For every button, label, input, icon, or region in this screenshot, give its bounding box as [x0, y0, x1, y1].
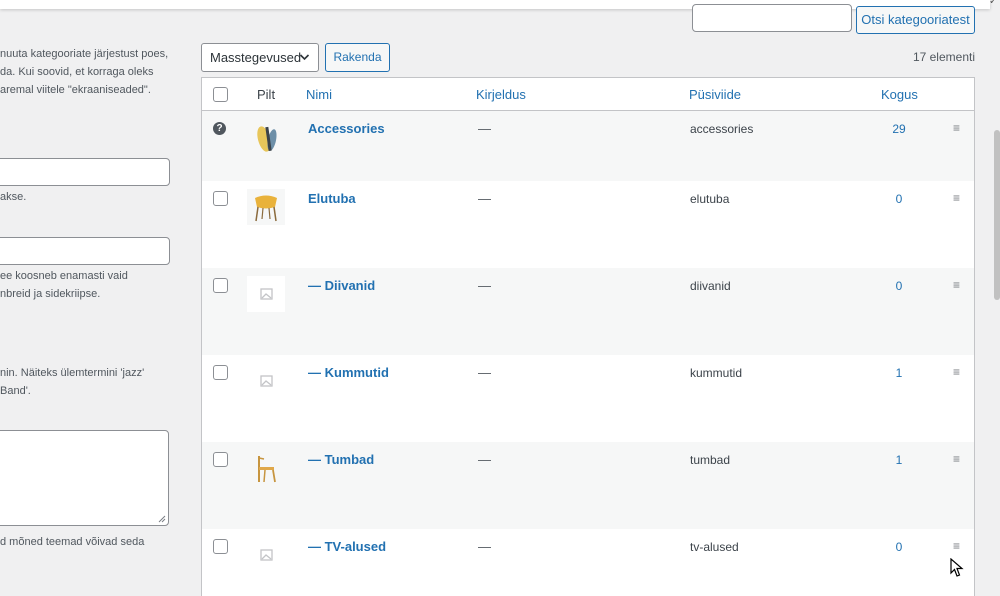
category-slug: accessories [690, 122, 754, 136]
table-row: — TV-alused — tv-alused 0 ≡ [202, 529, 974, 596]
category-description: — [478, 539, 491, 554]
table-row: — Diivanid — diivanid 0 ≡ [202, 268, 974, 355]
placeholder-image-icon [247, 537, 285, 573]
name-field[interactable] [0, 158, 170, 186]
row-checkbox[interactable] [213, 539, 228, 554]
intro-text-line: nuuta kategooriate järjestust poes, [0, 48, 169, 60]
column-header-slug[interactable]: Püsiviide [689, 87, 741, 103]
row-checkbox[interactable] [213, 365, 228, 380]
drag-handle-icon[interactable]: ≡ [953, 191, 960, 205]
intro-text-line: da. Kui soovid, et korraga oleks [0, 66, 154, 78]
category-name-link[interactable]: Elutuba [308, 191, 356, 206]
category-description: — [478, 121, 491, 136]
mouse-cursor-icon [950, 558, 964, 577]
category-count-link[interactable]: 29 [884, 122, 914, 136]
category-description: — [478, 191, 491, 206]
drag-handle-icon[interactable]: ≡ [953, 452, 960, 466]
categories-table: Pilt Nimi Kirjeldus Püsiviide Kogus ? Ac… [201, 77, 975, 596]
corner-mark: ✓ [989, 0, 1000, 3]
column-header-image: Pilt [257, 87, 276, 102]
slug-help-text: ee koosneb enamasti vaid [0, 270, 128, 282]
drag-handle-icon[interactable]: ≡ [953, 539, 960, 553]
description-help-text: d mõned teemad võivad seda [0, 536, 145, 548]
column-header-name[interactable]: Nimi [306, 87, 332, 103]
column-header-description[interactable]: Kirjeldus [476, 87, 526, 103]
slug-field[interactable] [0, 237, 170, 265]
search-categories-button[interactable]: Otsi kategooriatest [856, 6, 975, 34]
select-all-checkbox[interactable] [213, 87, 228, 102]
items-count: 17 elementi [912, 50, 975, 64]
drag-handle-icon[interactable]: ≡ [953, 121, 960, 135]
category-count-link[interactable]: 0 [884, 279, 914, 293]
description-textarea[interactable] [0, 430, 169, 526]
category-count-link[interactable]: 1 [884, 453, 914, 467]
row-checkbox[interactable] [213, 452, 228, 467]
table-row: Elutuba — elutuba 0 ≡ [202, 181, 974, 268]
placeholder-image-icon [247, 276, 285, 312]
category-name-link[interactable]: — Kummutid [308, 365, 389, 380]
category-description: — [478, 278, 491, 293]
table-row: ? Accessories — accessories 29 ≡ [202, 111, 974, 181]
category-description: — [478, 452, 491, 467]
apply-button[interactable]: Rakenda [325, 43, 390, 72]
add-category-form: nuuta kategooriate järjestust poes, da. … [0, 0, 190, 596]
row-checkbox[interactable] [213, 278, 228, 293]
accessories-thumbnail-icon [247, 119, 285, 155]
row-checkbox[interactable] [213, 191, 228, 206]
parent-help-text: nin. Näiteks ülemtermini 'jazz' [0, 367, 145, 379]
page-scrollbar[interactable] [994, 130, 1000, 300]
table-row: — Kummutid — kummutid 1 ≡ [202, 355, 974, 442]
category-count-link[interactable]: 0 [884, 192, 914, 206]
drag-handle-icon[interactable]: ≡ [953, 365, 960, 379]
help-icon: ? [213, 122, 226, 135]
category-slug: kummutid [690, 366, 743, 380]
category-count-link[interactable]: 1 [884, 366, 914, 380]
wooden-chair-thumbnail-icon [247, 450, 285, 486]
category-search-input[interactable] [692, 4, 852, 32]
category-slug: elutuba [690, 192, 730, 206]
category-description: — [478, 365, 491, 380]
yellow-chair-thumbnail-icon [247, 189, 285, 225]
table-header: Pilt Nimi Kirjeldus Püsiviide Kogus [202, 78, 974, 111]
category-name-link[interactable]: — Diivanid [308, 278, 375, 293]
chevron-down-icon [299, 54, 310, 61]
table-row: — Tumbad — tumbad 1 ≡ [202, 442, 974, 529]
resize-handle-icon[interactable] [158, 515, 166, 523]
category-count-link[interactable]: 0 [884, 540, 914, 554]
category-slug: tumbad [690, 453, 731, 467]
category-name-link[interactable]: — TV-alused [308, 539, 386, 554]
drag-handle-icon[interactable]: ≡ [953, 278, 960, 292]
intro-text-line: aremal viitele "ekraaniseaded". [0, 84, 151, 96]
name-help-text: akse. [0, 191, 27, 203]
column-header-count[interactable]: Kogus [881, 87, 918, 103]
placeholder-image-icon [247, 363, 285, 399]
bulk-actions-select[interactable]: Masstegevused [201, 43, 319, 72]
category-name-link[interactable]: Accessories [308, 121, 385, 136]
slug-help-text: nbreid ja sidekriipse. [0, 288, 101, 300]
category-slug: diivanid [690, 279, 731, 293]
category-name-link[interactable]: — Tumbad [308, 452, 374, 467]
parent-help-text: Band'. [0, 385, 31, 397]
category-slug: tv-alused [690, 540, 739, 554]
bulk-actions-label: Masstegevused [210, 50, 302, 65]
